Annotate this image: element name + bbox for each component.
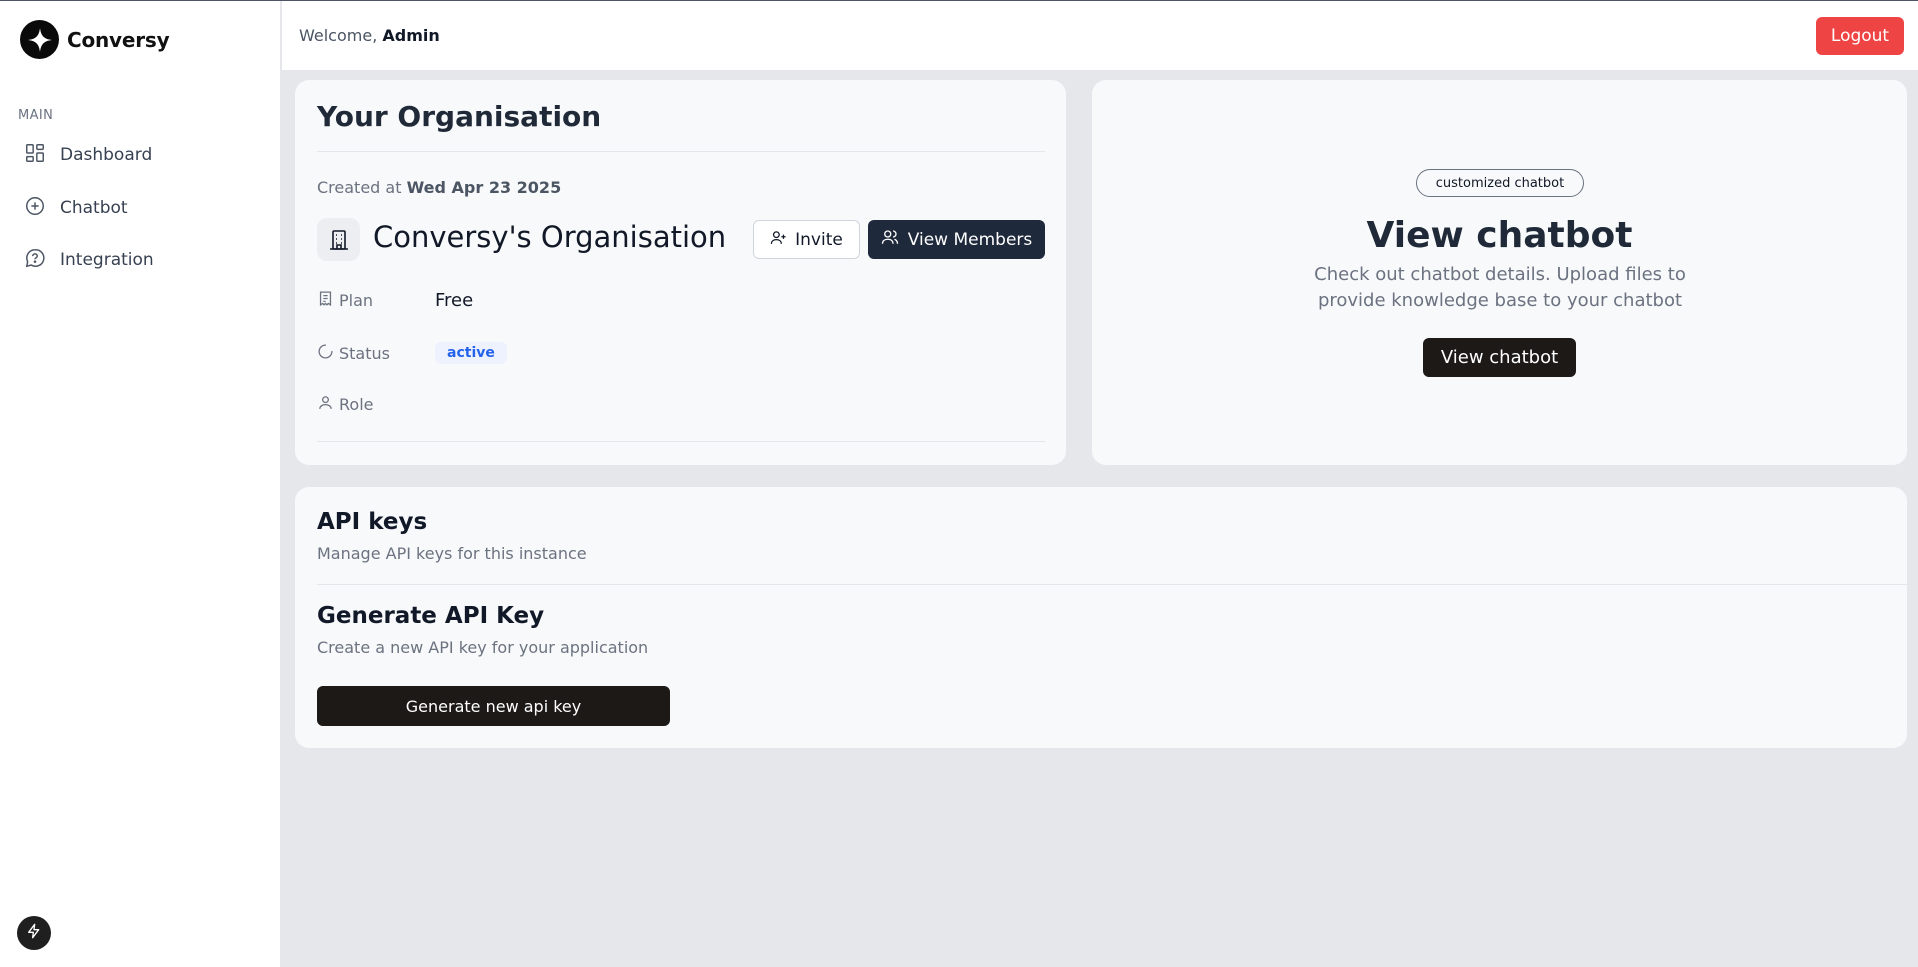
brand[interactable]: Conversy bbox=[20, 20, 170, 59]
sidebar-item-label: Integration bbox=[60, 250, 154, 270]
loader-icon bbox=[317, 343, 334, 364]
chatbot-badge: customized chatbot bbox=[1416, 169, 1584, 197]
view-members-button[interactable]: View Members bbox=[868, 220, 1045, 259]
status-label: Status bbox=[317, 343, 390, 364]
building-icon bbox=[317, 218, 360, 261]
logout-button[interactable]: Logout bbox=[1816, 17, 1904, 55]
created-at: Created at Wed Apr 23 2025 bbox=[317, 178, 561, 197]
bolt-icon bbox=[26, 923, 42, 943]
role-label-text: Role bbox=[339, 395, 374, 414]
view-members-label: View Members bbox=[907, 229, 1033, 250]
chatbot-heading: View chatbot bbox=[1366, 215, 1633, 256]
organisation-card-title: Your Organisation bbox=[317, 100, 602, 133]
organisation-name: Conversy's Organisation bbox=[373, 220, 727, 254]
generate-api-key-subtitle: Create a new API key for your applicatio… bbox=[317, 638, 649, 657]
username: Admin bbox=[382, 26, 440, 45]
chatbot-card: customized chatbot View chatbot Check ou… bbox=[1092, 80, 1907, 465]
user-icon bbox=[317, 394, 334, 415]
created-prefix: Created at bbox=[317, 178, 402, 197]
chatbot-description: Check out chatbot details. Upload files … bbox=[1314, 264, 1686, 311]
receipt-icon bbox=[317, 290, 334, 311]
users-icon bbox=[881, 228, 899, 251]
api-keys-subtitle: Manage API keys for this instance bbox=[317, 544, 587, 563]
plus-circle-icon bbox=[24, 195, 46, 222]
api-keys-title: API keys bbox=[317, 509, 428, 535]
invite-button[interactable]: Invite bbox=[753, 220, 860, 259]
api-keys-card: API keys Manage API keys for this instan… bbox=[295, 487, 1907, 748]
organisation-card: Your Organisation Created at Wed Apr 23 … bbox=[295, 80, 1066, 465]
sidebar-section-label: MAIN bbox=[18, 108, 54, 123]
welcome-text: Welcome, Admin bbox=[299, 26, 440, 45]
sidebar-item-integration[interactable]: Integration bbox=[24, 245, 154, 275]
sidebar-item-label: Chatbot bbox=[60, 198, 128, 218]
sidebar-item-dashboard[interactable]: Dashboard bbox=[24, 140, 152, 170]
sidebar: Conversy MAIN Dashboard Chatbot Integrat… bbox=[0, 0, 281, 967]
role-label: Role bbox=[317, 394, 373, 415]
plan-label: Plan bbox=[317, 290, 373, 311]
sparkle-logo-icon bbox=[20, 20, 59, 59]
dashboard-icon bbox=[24, 142, 46, 169]
bolt-button[interactable] bbox=[17, 916, 51, 950]
divider bbox=[317, 151, 1045, 152]
chat-bubble-icon bbox=[24, 247, 46, 274]
plan-value: Free bbox=[435, 290, 474, 311]
divider bbox=[317, 584, 1907, 585]
status-badge: active bbox=[435, 342, 507, 364]
created-date: Wed Apr 23 2025 bbox=[406, 178, 562, 197]
brand-name: Conversy bbox=[67, 27, 170, 52]
top-header: Welcome, Admin Logout bbox=[282, 1, 1918, 70]
plan-label-text: Plan bbox=[339, 291, 374, 310]
view-chatbot-button[interactable]: View chatbot bbox=[1423, 338, 1576, 377]
generate-api-key-button[interactable]: Generate new api key bbox=[317, 686, 670, 726]
invite-label: Invite bbox=[795, 229, 843, 250]
generate-api-key-title: Generate API Key bbox=[317, 603, 545, 629]
user-plus-icon bbox=[770, 229, 787, 251]
sidebar-item-label: Dashboard bbox=[60, 145, 153, 165]
sidebar-item-chatbot[interactable]: Chatbot bbox=[24, 193, 128, 223]
status-label-text: Status bbox=[339, 344, 390, 363]
top-border bbox=[0, 0, 1918, 1]
welcome-prefix: Welcome, bbox=[299, 26, 378, 45]
divider bbox=[317, 441, 1045, 442]
